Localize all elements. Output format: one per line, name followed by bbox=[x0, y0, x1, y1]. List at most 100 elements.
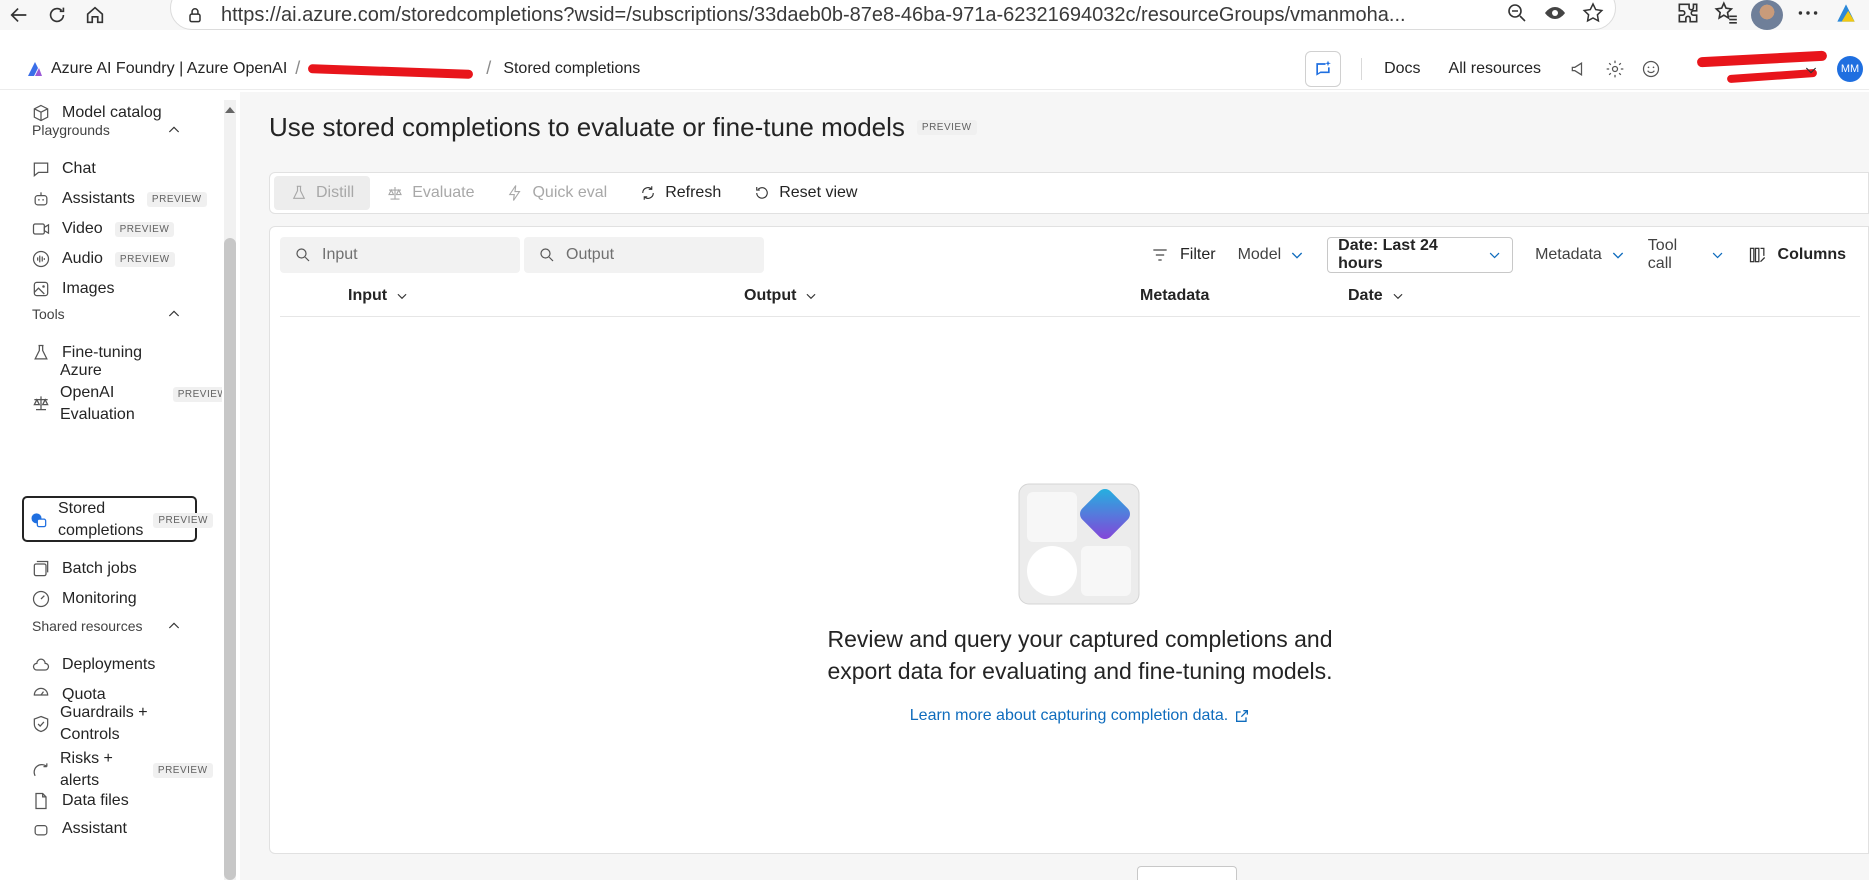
section-tools[interactable]: Tools bbox=[32, 306, 182, 322]
refresh-button[interactable]: Refresh bbox=[623, 176, 737, 210]
assistant-icon bbox=[30, 818, 52, 840]
sidebar-item-stored-completions[interactable]: Stored completions PREVIEW bbox=[28, 498, 213, 542]
sidebar-item-batch-jobs[interactable]: Batch jobs bbox=[30, 558, 137, 580]
section-playgrounds[interactable]: Playgrounds bbox=[32, 122, 182, 138]
filter-button[interactable]: Filter bbox=[1150, 237, 1216, 273]
tracking-eye-icon[interactable] bbox=[1543, 1, 1567, 30]
quick-eval-button[interactable]: Quick eval bbox=[490, 176, 623, 210]
sidebar-item-assistant[interactable]: Assistant bbox=[30, 818, 127, 840]
chevron-down-icon bbox=[1393, 293, 1403, 300]
column-header-output[interactable]: Output bbox=[744, 287, 818, 305]
reload-icon[interactable] bbox=[38, 0, 76, 30]
metadata-label: Metadata bbox=[1535, 246, 1602, 263]
flask-icon bbox=[292, 185, 306, 199]
sidebar-item-chat[interactable]: Chat bbox=[30, 158, 96, 180]
user-account-redacted[interactable] bbox=[1677, 48, 1828, 90]
model-dropdown[interactable]: Model bbox=[1238, 237, 1306, 273]
sidebar-item-label: completions bbox=[58, 522, 144, 539]
preview-badge: PREVIEW bbox=[152, 762, 213, 778]
back-icon[interactable] bbox=[0, 0, 38, 30]
column-header-input[interactable]: Input bbox=[348, 287, 409, 305]
video-icon bbox=[30, 218, 52, 240]
all-resources-link[interactable]: All resources bbox=[1449, 60, 1541, 78]
refresh-label: Refresh bbox=[665, 184, 722, 201]
columns-icon bbox=[1749, 247, 1765, 263]
sidebar-item-audio[interactable]: Audio PREVIEW bbox=[30, 248, 175, 270]
sidebar-scroll-thumb[interactable] bbox=[224, 238, 236, 880]
copilot-browser-icon[interactable] bbox=[1833, 0, 1859, 31]
azure-ai-foundry-logo-icon bbox=[27, 61, 43, 77]
more-icon[interactable] bbox=[1795, 0, 1821, 31]
sidebar-item-guardrails[interactable]: Guardrails + Controls bbox=[30, 702, 148, 746]
lock-icon[interactable] bbox=[185, 5, 209, 25]
header-divider bbox=[1361, 58, 1363, 80]
sidebar-item-data-files[interactable]: Data files bbox=[30, 790, 129, 812]
chat-sparkle-icon bbox=[1316, 60, 1331, 76]
sidebar-item-images[interactable]: Images bbox=[30, 278, 114, 300]
sidebar-item-label: Data files bbox=[62, 792, 129, 809]
image-icon bbox=[30, 278, 52, 300]
sidebar-item-deployments[interactable]: Deployments bbox=[30, 654, 155, 676]
lightning-icon bbox=[509, 185, 522, 201]
output-search[interactable] bbox=[524, 237, 764, 273]
chevron-down-icon bbox=[806, 293, 816, 300]
profile-avatar[interactable] bbox=[1751, 0, 1783, 30]
chevron-up-icon bbox=[168, 126, 180, 133]
page-title-text: Use stored completions to evaluate or fi… bbox=[269, 112, 905, 142]
pagination-control[interactable] bbox=[1137, 866, 1237, 880]
chevron-down-icon bbox=[1713, 252, 1723, 259]
distill-button[interactable]: Distill bbox=[274, 176, 371, 210]
feedback-smiley-icon[interactable] bbox=[1641, 58, 1663, 80]
favorites-icon[interactable] bbox=[1713, 0, 1739, 31]
column-header-label: Metadata bbox=[1140, 287, 1210, 304]
column-header-label: Input bbox=[348, 287, 388, 304]
announcements-icon[interactable] bbox=[1569, 58, 1591, 80]
section-shared-resources[interactable]: Shared resources bbox=[32, 618, 182, 634]
sidebar-item-label: Assistants bbox=[62, 190, 135, 207]
home-icon[interactable] bbox=[76, 0, 114, 30]
filter-label: Filter bbox=[1180, 246, 1216, 263]
sidebar-item-label: Stored bbox=[58, 500, 106, 517]
extensions-icon[interactable] bbox=[1675, 0, 1701, 31]
sidebar-item-assistants[interactable]: Assistants PREVIEW bbox=[30, 188, 207, 210]
search-icon bbox=[540, 248, 554, 262]
chevron-down-icon bbox=[1612, 252, 1623, 259]
input-search-field[interactable] bbox=[322, 246, 502, 264]
address-bar[interactable]: https://ai.azure.com/storedcompletions?w… bbox=[170, 0, 1616, 30]
sidebar-item-label: Batch jobs bbox=[62, 560, 137, 577]
columns-button[interactable]: Columns bbox=[1748, 237, 1846, 273]
preview-badge: PREVIEW bbox=[114, 221, 175, 237]
favorite-star-icon[interactable] bbox=[1581, 1, 1605, 30]
chevron-down-icon bbox=[1292, 252, 1303, 259]
input-search[interactable] bbox=[280, 237, 520, 273]
scroll-up-arrow-icon[interactable] bbox=[224, 104, 236, 116]
breadcrumb-separator: / bbox=[295, 58, 301, 78]
user-avatar[interactable]: MM bbox=[1837, 56, 1863, 82]
sidebar-item-risks-alerts[interactable]: Risks + alerts PREVIEW bbox=[30, 748, 213, 792]
settings-gear-icon[interactable] bbox=[1605, 58, 1627, 80]
date-dropdown[interactable]: Date: Last 24 hours bbox=[1327, 237, 1514, 273]
preview-badge: PREVIEW bbox=[114, 251, 175, 267]
sidebar-item-monitoring[interactable]: Monitoring bbox=[30, 588, 137, 610]
learn-more-link[interactable]: Learn more about capturing completion da… bbox=[690, 707, 1470, 725]
tool-call-dropdown[interactable]: Tool call bbox=[1648, 237, 1726, 273]
breadcrumb-resource-redacted[interactable] bbox=[308, 59, 478, 79]
date-label: Date: Last 24 hours bbox=[1338, 237, 1438, 272]
column-header-date[interactable]: Date bbox=[1348, 287, 1405, 305]
docs-link[interactable]: Docs bbox=[1384, 60, 1420, 78]
preview-badge: PREVIEW bbox=[916, 120, 977, 135]
batch-icon bbox=[30, 558, 52, 580]
zoom-icon[interactable] bbox=[1505, 1, 1529, 30]
sidebar-item-model-catalog[interactable]: Model catalog bbox=[30, 102, 162, 124]
reset-view-button[interactable]: Reset view bbox=[737, 176, 873, 210]
copilot-button[interactable] bbox=[1305, 51, 1342, 87]
metadata-dropdown[interactable]: Metadata bbox=[1535, 237, 1626, 273]
sidebar-item-label: Video bbox=[62, 220, 103, 237]
brand[interactable]: Azure AI Foundry | Azure OpenAI bbox=[27, 60, 287, 78]
sidebar-item-azure-openai-evaluation[interactable]: Azure OpenAI Evaluation PREVIEW bbox=[30, 360, 222, 426]
sidebar-item-video[interactable]: Video PREVIEW bbox=[30, 218, 175, 240]
chat-icon bbox=[30, 158, 52, 180]
url-text[interactable]: https://ai.azure.com/storedcompletions?w… bbox=[221, 4, 1471, 27]
evaluate-button[interactable]: Evaluate bbox=[370, 176, 490, 210]
output-search-field[interactable] bbox=[566, 246, 746, 264]
